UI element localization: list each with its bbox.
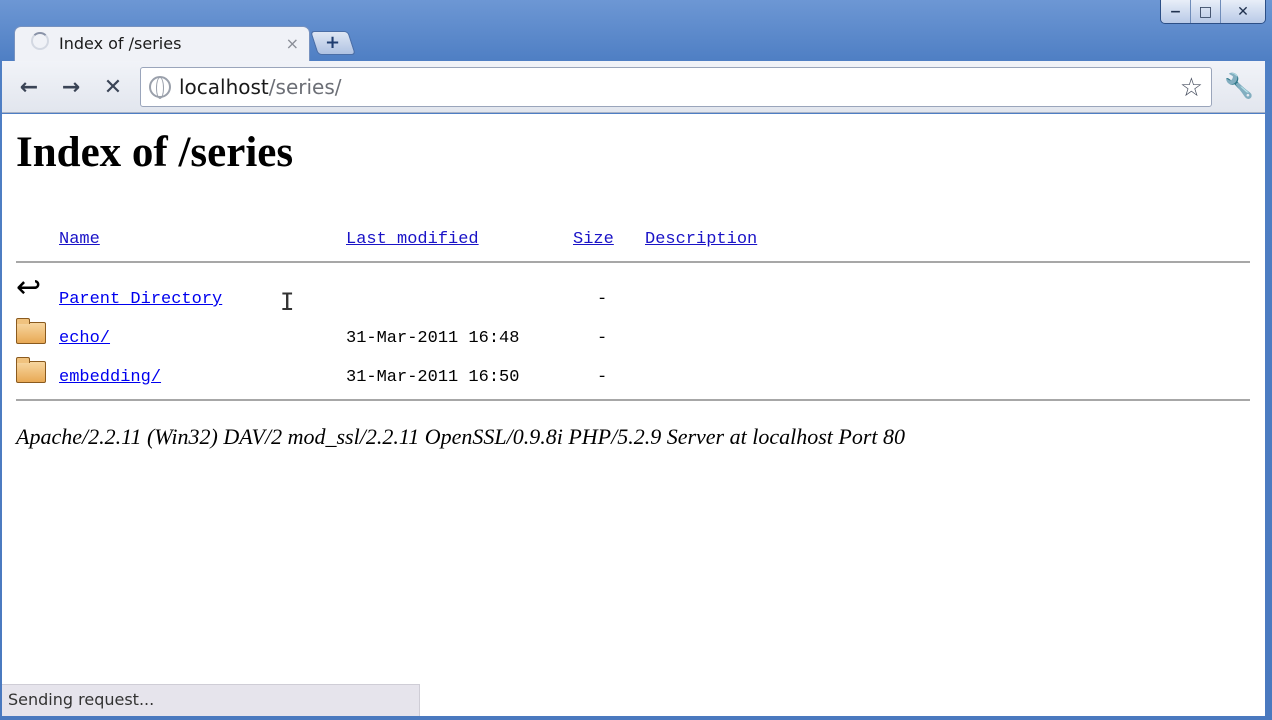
row-modified: 31-Mar-2011 16:50: [346, 368, 520, 387]
folder-icon: [16, 318, 46, 344]
browser-window: − □ ✕ Index of /series × + ← → ✕ localho…: [0, 0, 1272, 720]
sort-by-size-link[interactable]: Size: [573, 230, 614, 249]
toolbar: ← → ✕ localhost/series/ ☆ 🔧: [2, 61, 1265, 113]
row-size: -: [597, 329, 608, 348]
plus-icon: +: [325, 32, 341, 53]
page-viewport: Index of /series Name Last modified Size…: [2, 114, 1265, 716]
url-text: localhost/series/: [179, 75, 342, 99]
arrow-right-icon: →: [61, 74, 81, 100]
close-icon: ✕: [1237, 4, 1249, 20]
back-icon: ↩: [16, 270, 42, 305]
wrench-icon[interactable]: 🔧: [1224, 72, 1254, 100]
globe-icon: [149, 76, 171, 99]
maximize-button[interactable]: □: [1191, 0, 1221, 23]
folder-icon: [16, 357, 46, 383]
close-window-button[interactable]: ✕: [1221, 0, 1265, 23]
page-title: Index of /series: [16, 129, 294, 176]
tab-close-icon[interactable]: ×: [286, 34, 299, 53]
status-bar: Sending request...: [2, 684, 420, 716]
sort-by-name-link[interactable]: Name: [59, 230, 100, 249]
bookmark-star-icon[interactable]: ☆: [1180, 73, 1203, 103]
tab-title: Index of /series: [59, 34, 182, 53]
address-bar[interactable]: localhost/series/ ☆: [140, 67, 1212, 107]
maximize-icon: □: [1198, 4, 1213, 20]
tab-index-of-series[interactable]: Index of /series ×: [14, 26, 310, 62]
divider: [16, 261, 1250, 263]
row-size: -: [597, 290, 608, 309]
echo-folder-link[interactable]: echo/: [59, 329, 110, 348]
text-cursor-icon: I: [280, 288, 295, 316]
row-size: -: [597, 368, 608, 387]
embedding-folder-link[interactable]: embedding/: [59, 368, 161, 387]
minimize-icon: −: [1169, 4, 1182, 20]
arrow-left-icon: ←: [19, 74, 39, 100]
server-signature: Apache/2.2.11 (Win32) DAV/2 mod_ssl/2.2.…: [16, 424, 906, 449]
minimize-button[interactable]: −: [1161, 0, 1191, 23]
url-host: localhost: [179, 75, 269, 99]
sort-by-description-link[interactable]: Description: [645, 230, 757, 249]
row-modified: 31-Mar-2011 16:48: [346, 329, 520, 348]
sort-by-last-modified-link[interactable]: Last modified: [346, 230, 479, 249]
stop-icon: ✕: [103, 74, 123, 100]
divider: [16, 399, 1250, 401]
forward-button[interactable]: →: [56, 73, 86, 101]
window-caption-buttons: − □ ✕: [1160, 0, 1266, 24]
back-button[interactable]: ←: [14, 73, 44, 101]
new-tab-button[interactable]: +: [310, 31, 356, 55]
url-path: /series/: [268, 75, 342, 99]
loading-spinner-icon: [31, 31, 49, 50]
stop-button[interactable]: ✕: [98, 73, 128, 101]
parent-directory-link[interactable]: Parent Directory: [59, 290, 222, 309]
